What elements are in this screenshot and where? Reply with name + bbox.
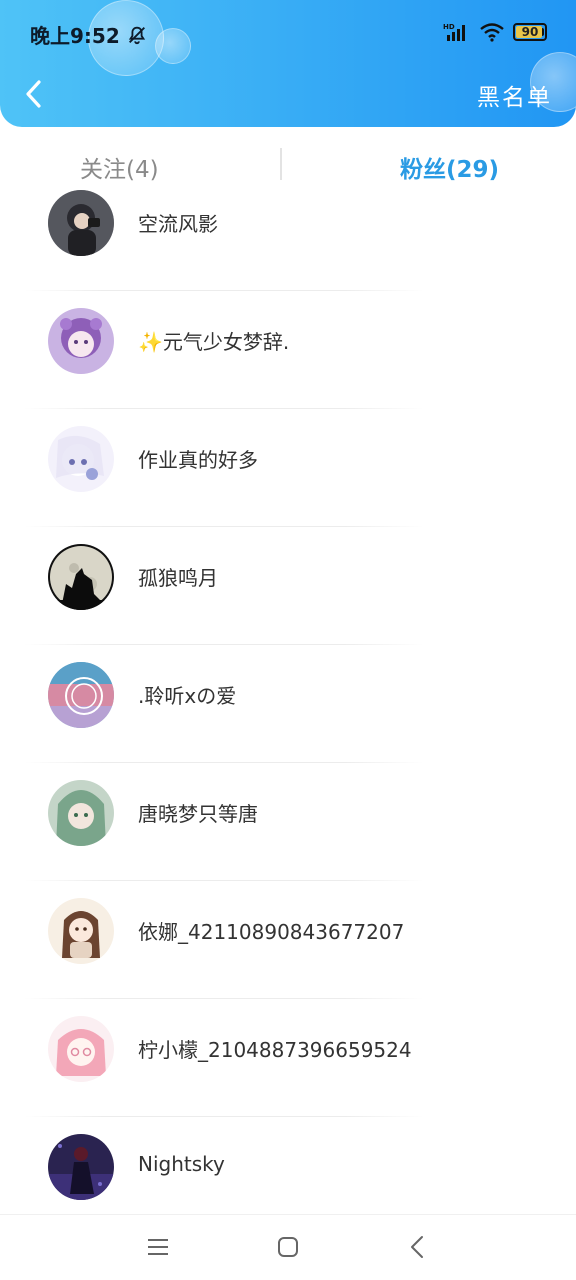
back-button[interactable] [16, 76, 52, 112]
list-item[interactable]: .聆听xの爱 [0, 656, 576, 774]
list-item[interactable]: ✨元气少女梦辞. [0, 302, 576, 420]
avatar[interactable] [48, 1016, 114, 1082]
battery-icon: 90 [513, 23, 547, 41]
avatar[interactable] [48, 190, 114, 256]
fan-name: 柠小檬_2104887396659524 [138, 1038, 412, 1062]
system-back-button[interactable] [402, 1231, 434, 1263]
divider [24, 762, 424, 763]
divider [24, 290, 424, 291]
fan-name: .聆听xの爱 [138, 684, 237, 708]
mute-icon [128, 26, 145, 44]
battery-indicator: 90 [513, 23, 547, 41]
fan-name: ✨元气少女梦辞. [138, 330, 290, 354]
menu-icon [148, 1239, 168, 1255]
divider [24, 998, 424, 999]
fan-name: Nightsky [138, 1152, 225, 1176]
divider [24, 644, 424, 645]
home-button[interactable] [272, 1231, 304, 1263]
battery-level: 90 [521, 25, 539, 39]
fan-name: 依娜_42110890843677207 [138, 920, 405, 944]
header-bar: 晚上9:52 HD 90 黑名单 [0, 0, 576, 127]
fan-name: 孤狼鸣月 [138, 566, 218, 590]
fans-list: 空流风影 ✨元气少女梦辞. 作业真的好多 孤狼鸣月 .聆听xの爱 唐晓梦只等唐 … [0, 178, 576, 1214]
signal-icon: HD [443, 23, 465, 41]
list-item[interactable]: 柠小檬_2104887396659524 [0, 1010, 576, 1128]
list-item[interactable]: 依娜_42110890843677207 [0, 892, 576, 1010]
status-time: 晚上9:52 [30, 20, 148, 49]
list-item[interactable]: Nightsky [0, 1128, 576, 1214]
divider [24, 880, 424, 881]
status-icons: HD 90 [443, 22, 547, 42]
avatar[interactable] [48, 662, 114, 728]
wifi-icon [480, 23, 504, 42]
decor-bubble [155, 28, 191, 64]
fan-name: 作业真的好多 [138, 448, 258, 472]
avatar[interactable] [48, 544, 114, 610]
system-nav-bar [0, 1214, 576, 1280]
avatar[interactable] [48, 780, 114, 846]
avatar[interactable] [48, 426, 114, 492]
divider [24, 408, 424, 409]
blacklist-button[interactable]: 黑名单 [477, 78, 552, 112]
list-item[interactable]: 孤狼鸣月 [0, 538, 576, 656]
avatar[interactable] [48, 898, 114, 964]
divider [24, 1116, 424, 1117]
list-item[interactable]: 空流风影 [0, 184, 576, 302]
fan-name: 唐晓梦只等唐 [138, 802, 258, 826]
fan-name: 空流风影 [138, 212, 218, 236]
chevron-left-icon [411, 1236, 423, 1258]
avatar[interactable] [48, 1134, 114, 1200]
list-item[interactable]: 唐晓梦只等唐 [0, 774, 576, 892]
divider [24, 526, 424, 527]
avatar[interactable] [48, 308, 114, 374]
recent-apps-button[interactable] [142, 1231, 174, 1263]
list-item[interactable]: 作业真的好多 [0, 420, 576, 538]
home-icon [278, 1237, 298, 1257]
chevron-left-icon [26, 80, 41, 108]
status-time-text: 晚上9:52 [30, 24, 120, 48]
tab-divider [280, 148, 282, 180]
svg-text:HD: HD [443, 23, 455, 31]
